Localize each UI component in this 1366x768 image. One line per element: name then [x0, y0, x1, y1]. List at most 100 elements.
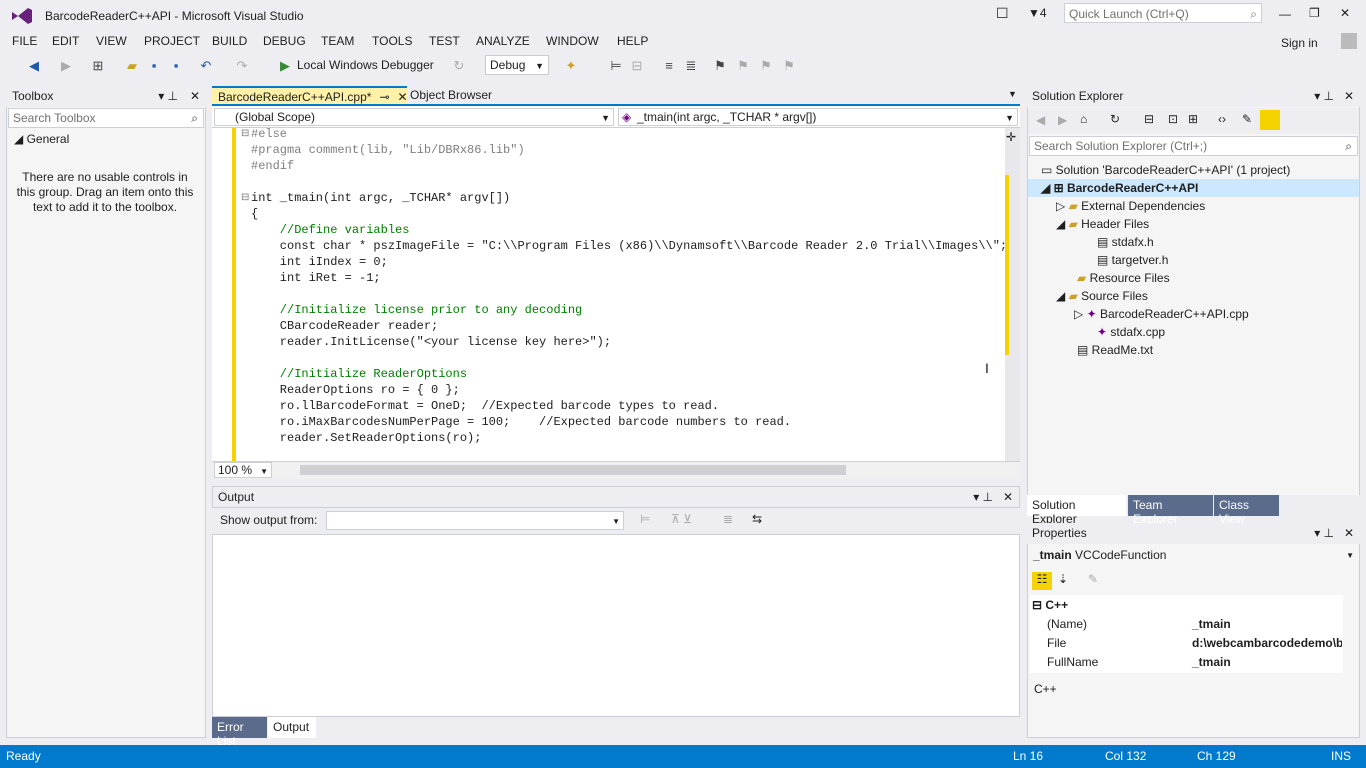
tree-item-header-files[interactable]: ◢ ▰ Header Files — [1056, 217, 1149, 231]
show-all-icon[interactable]: ⊞ — [1188, 112, 1198, 126]
property-pages-icon[interactable]: ✎ — [1088, 572, 1098, 586]
clear-bookmarks-icon[interactable]: ⚑ — [781, 58, 797, 74]
tree-item-project[interactable]: ◢ ⊞ BarcodeReaderC++API — [1041, 181, 1198, 195]
menu-project[interactable]: PROJECT — [144, 34, 200, 48]
next-bookmark-icon[interactable]: ⚑ — [758, 58, 774, 74]
menu-view[interactable]: VIEW — [96, 34, 127, 48]
toolbox-group-general[interactable]: ◢ General — [14, 132, 69, 146]
close-icon[interactable]: ✕ — [1344, 526, 1354, 540]
menu-tools[interactable]: TOOLS — [372, 34, 412, 48]
prev-message-icon[interactable]: ⊼ ⊻ — [671, 512, 692, 526]
collapse-all-icon[interactable]: ⊟ — [1144, 112, 1154, 126]
property-value[interactable]: _tmain — [1192, 617, 1231, 631]
prev-bookmark-icon[interactable]: ⚑ — [735, 58, 751, 74]
comment-icon[interactable]: ≡ — [661, 58, 677, 74]
tab-class-view[interactable]: Class View — [1214, 495, 1279, 526]
tree-item-source-files[interactable]: ◢ ▰ Source Files — [1056, 289, 1148, 303]
format-icon[interactable]: ⊟ — [629, 58, 645, 74]
save-all-icon[interactable]: ▪ — [168, 58, 184, 74]
notifications-icon[interactable]: ▼4 — [1028, 6, 1047, 20]
toolbox-search-input[interactable]: Search Toolbox ⌕ — [8, 108, 204, 128]
function-dropdown[interactable]: ◈ _tmain(int argc, _TCHAR * argv[]) ▼ — [618, 108, 1018, 126]
solution-explorer-search-input[interactable]: Search Solution Explorer (Ctrl+;) ⌕ — [1029, 136, 1358, 156]
word-wrap-icon[interactable]: ⇆ — [752, 512, 762, 526]
property-value[interactable]: _tmain — [1192, 655, 1231, 669]
feedback-icon[interactable]: ☐ — [996, 5, 1009, 22]
new-project-icon[interactable]: ⊞ — [90, 58, 106, 74]
pin-icon[interactable]: ⊸ — [379, 90, 389, 104]
back-icon[interactable]: ◀ — [1036, 113, 1045, 127]
property-value[interactable]: d:\webcambarcodedemo\b — [1192, 636, 1342, 650]
back-icon[interactable]: ◀ — [26, 58, 42, 74]
property-category[interactable]: ⊟ C++ — [1032, 598, 1068, 612]
preview-icon[interactable] — [1260, 110, 1280, 130]
tab-barcodereader-cpp[interactable]: BarcodeReaderC++API.cpp* ⊸ ✕ — [212, 86, 408, 106]
undo-icon[interactable]: ↶ — [198, 58, 214, 74]
configuration-select[interactable]: Debug ▼ — [485, 55, 549, 75]
close-button[interactable]: ✕ — [1340, 6, 1350, 20]
scope-dropdown[interactable]: (Global Scope) ▼ — [214, 108, 614, 126]
menu-edit[interactable]: EDIT — [52, 34, 79, 48]
properties-icon[interactable]: ⊡ — [1168, 112, 1178, 126]
tab-solution-explorer[interactable]: Solution Explorer — [1027, 495, 1126, 526]
tree-item-resource-files[interactable]: ▰ Resource Files — [1077, 271, 1170, 285]
output-text-area[interactable] — [212, 534, 1020, 717]
home-icon[interactable]: ⌂ — [1080, 112, 1087, 126]
bookmark-icon[interactable]: ⚑ — [712, 58, 728, 74]
output-source-select[interactable]: ▼ — [326, 511, 624, 530]
menu-analyze[interactable]: ANALYZE — [476, 34, 530, 48]
pin-icon[interactable]: ▾ ⊥ — [973, 490, 993, 504]
close-icon[interactable]: ✕ — [1344, 89, 1354, 103]
zoom-dropdown[interactable]: 100 % ▼ — [214, 462, 272, 478]
clear-all-icon[interactable]: ≣ — [723, 512, 733, 526]
tree-item-external-deps[interactable]: ▷ ▰ External Dependencies — [1056, 199, 1205, 213]
menu-window[interactable]: WINDOW — [546, 34, 599, 48]
close-icon[interactable]: ✕ — [190, 89, 200, 103]
menu-debug[interactable]: DEBUG — [263, 34, 306, 48]
start-debug-icon[interactable]: ▶ — [277, 58, 293, 74]
tree-item-readme[interactable]: ▤ ReadMe.txt — [1077, 343, 1153, 357]
sync-icon[interactable]: ↻ — [1110, 112, 1120, 126]
outline-collapse-icon[interactable]: ⊟ — [241, 192, 249, 203]
open-file-icon[interactable]: ▰ — [124, 58, 140, 74]
pin-icon[interactable]: ▾ ⊥ — [1314, 89, 1334, 103]
tab-object-browser[interactable]: Object Browser — [410, 88, 492, 102]
menu-build[interactable]: BUILD — [212, 34, 247, 48]
properties-object-select[interactable]: _tmain VCCodeFunction ▼ — [1033, 548, 1358, 562]
tree-item-targetver-h[interactable]: ▤ targetver.h — [1097, 253, 1168, 267]
pin-icon[interactable]: ▾ ⊥ — [1314, 526, 1334, 540]
pin-icon[interactable]: ▾ ⊥ — [158, 89, 178, 103]
wrench-icon[interactable]: ✎ — [1242, 112, 1252, 126]
sign-in-link[interactable]: Sign in — [1281, 36, 1318, 50]
menu-file[interactable]: FILE — [12, 34, 37, 48]
alphabetical-icon[interactable]: ⇣ — [1058, 572, 1068, 586]
quick-launch-input[interactable]: Quick Launch (Ctrl+Q) ⌕ — [1064, 3, 1262, 23]
forward-icon[interactable]: ▶ — [58, 58, 74, 74]
find-icon[interactable]: ✦ — [563, 58, 579, 74]
redo-icon[interactable]: ↷ — [234, 58, 250, 74]
split-icon[interactable]: ✛ — [1006, 130, 1016, 144]
menu-help[interactable]: HELP — [617, 34, 648, 48]
tab-error-list[interactable]: Error List — [212, 717, 267, 748]
save-icon[interactable]: ▪ — [146, 58, 162, 74]
uncomment-icon[interactable]: ≣ — [683, 58, 699, 74]
tree-item-solution[interactable]: ▭ Solution 'BarcodeReaderC++API' (1 proj… — [1041, 163, 1290, 177]
close-icon[interactable]: ✕ — [398, 90, 408, 104]
minimize-button[interactable]: — — [1279, 7, 1291, 21]
close-icon[interactable]: ✕ — [1003, 490, 1013, 504]
navigate-icon[interactable]: ⊨ — [608, 58, 624, 74]
view-code-icon[interactable]: ‹› — [1218, 112, 1226, 126]
tree-item-stdafx-cpp[interactable]: ✦ stdafx.cpp — [1097, 325, 1165, 339]
tab-overflow-icon[interactable]: ▼ — [1008, 89, 1017, 99]
categorized-icon[interactable]: ☷ — [1032, 572, 1052, 590]
refresh-icon[interactable]: ↻ — [451, 58, 467, 74]
editor-horizontal-scrollbar[interactable] — [300, 465, 846, 475]
tab-output[interactable]: Output — [268, 717, 316, 738]
tab-team-explorer[interactable]: Team Explorer — [1128, 495, 1213, 526]
avatar[interactable] — [1341, 33, 1357, 49]
menu-test[interactable]: TEST — [429, 34, 460, 48]
tree-item-stdafx-h[interactable]: ▤ stdafx.h — [1097, 235, 1154, 249]
outline-collapse-icon[interactable]: ⊟ — [241, 128, 249, 139]
find-message-icon[interactable]: ⊨ — [640, 512, 650, 526]
debugger-dropdown[interactable]: Local Windows Debugger — [297, 58, 434, 72]
